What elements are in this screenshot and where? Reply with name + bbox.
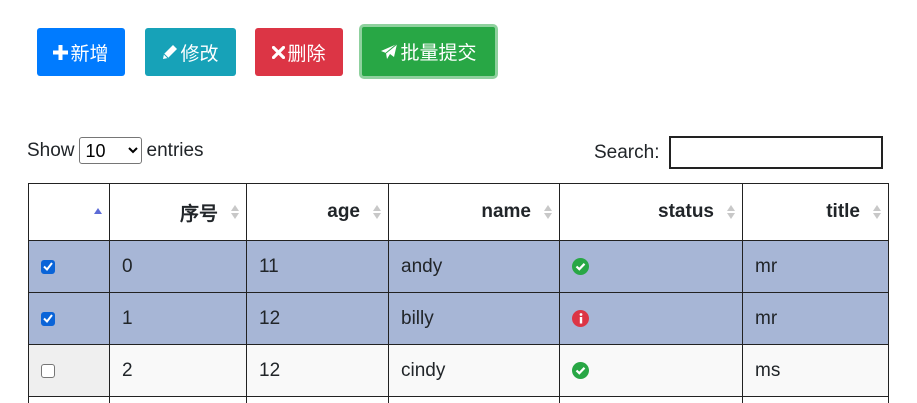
table-row[interactable]: 0 11 andy mr — [28, 240, 889, 293]
datatable-page: 新增 修改 删除 批量提交 Show 10 entries Search: 序号… — [0, 0, 917, 403]
column-header-checkbox[interactable] — [28, 183, 110, 241]
cell-title: mr — [742, 240, 889, 293]
data-table: 序号 age name status title 0 11 andy mr 1 … — [28, 183, 889, 403]
search-label: Search: — [594, 141, 660, 163]
search-input[interactable] — [669, 136, 884, 169]
cell-age: 12 — [246, 344, 389, 397]
add-button[interactable]: 新增 — [37, 28, 125, 76]
sort-indicator-icon — [94, 208, 102, 214]
batch-submit-button-label: 批量提交 — [400, 42, 477, 64]
check-circle-icon — [572, 361, 589, 379]
plus-icon — [53, 44, 69, 60]
column-header-status[interactable]: status — [559, 183, 743, 241]
page-length-control: Show 10 entries — [27, 137, 204, 164]
table-header-row: 序号 age name status title — [28, 183, 889, 241]
check-circle-icon — [572, 257, 589, 275]
table-row[interactable]: 2 12 cindy ms — [28, 344, 889, 397]
sort-indicator-icon — [544, 205, 552, 219]
sort-indicator-icon — [231, 205, 239, 219]
column-header-index[interactable]: 序号 — [109, 183, 247, 241]
sort-indicator-icon — [727, 205, 735, 219]
column-header-name[interactable]: name — [388, 183, 560, 241]
row-checkbox[interactable] — [41, 259, 55, 274]
sort-indicator-icon — [873, 205, 881, 219]
cell-name: billy — [388, 292, 560, 345]
row-checkbox-cell — [28, 240, 110, 293]
table-row[interactable]: 1 12 billy mr — [28, 292, 889, 345]
edit-button[interactable]: 修改 — [145, 28, 236, 76]
cell-name: andy — [388, 240, 560, 293]
batch-submit-button[interactable]: 批量提交 — [359, 24, 498, 79]
pencil-icon — [162, 44, 178, 60]
row-checkbox[interactable] — [41, 363, 55, 378]
row-checkbox-cell — [28, 292, 110, 345]
cell-index: 1 — [109, 292, 247, 345]
cell-title: ms — [742, 344, 889, 397]
add-button-label: 新增 — [70, 42, 109, 65]
cell-name: cindy — [388, 344, 560, 397]
length-suffix: entries — [146, 139, 204, 161]
cell-status — [559, 240, 743, 293]
column-header-title[interactable]: title — [742, 183, 889, 241]
info-circle-icon — [572, 309, 589, 327]
edit-button-label: 修改 — [180, 42, 219, 65]
search-control: Search: — [594, 136, 884, 169]
checkmark-icon — [43, 262, 53, 271]
cell-title: mr — [742, 292, 889, 345]
delete-button[interactable]: 删除 — [255, 28, 343, 76]
delete-button-label: 删除 — [287, 42, 326, 65]
cell-index: 2 — [109, 344, 247, 397]
cell-age: 12 — [246, 292, 389, 345]
table-row-partial — [28, 396, 889, 403]
row-checkbox-cell — [28, 344, 110, 397]
page-length-select[interactable]: 10 — [78, 137, 142, 164]
row-checkbox[interactable] — [41, 311, 55, 326]
paper-plane-icon — [380, 43, 398, 61]
cell-index: 0 — [109, 240, 247, 293]
times-icon — [272, 45, 286, 59]
cell-age: 11 — [246, 240, 389, 293]
length-prefix: Show — [27, 139, 75, 161]
cell-status — [559, 344, 743, 397]
column-header-age[interactable]: age — [246, 183, 389, 241]
checkmark-icon — [43, 314, 53, 323]
cell-status — [559, 292, 743, 345]
sort-indicator-icon — [373, 205, 381, 219]
